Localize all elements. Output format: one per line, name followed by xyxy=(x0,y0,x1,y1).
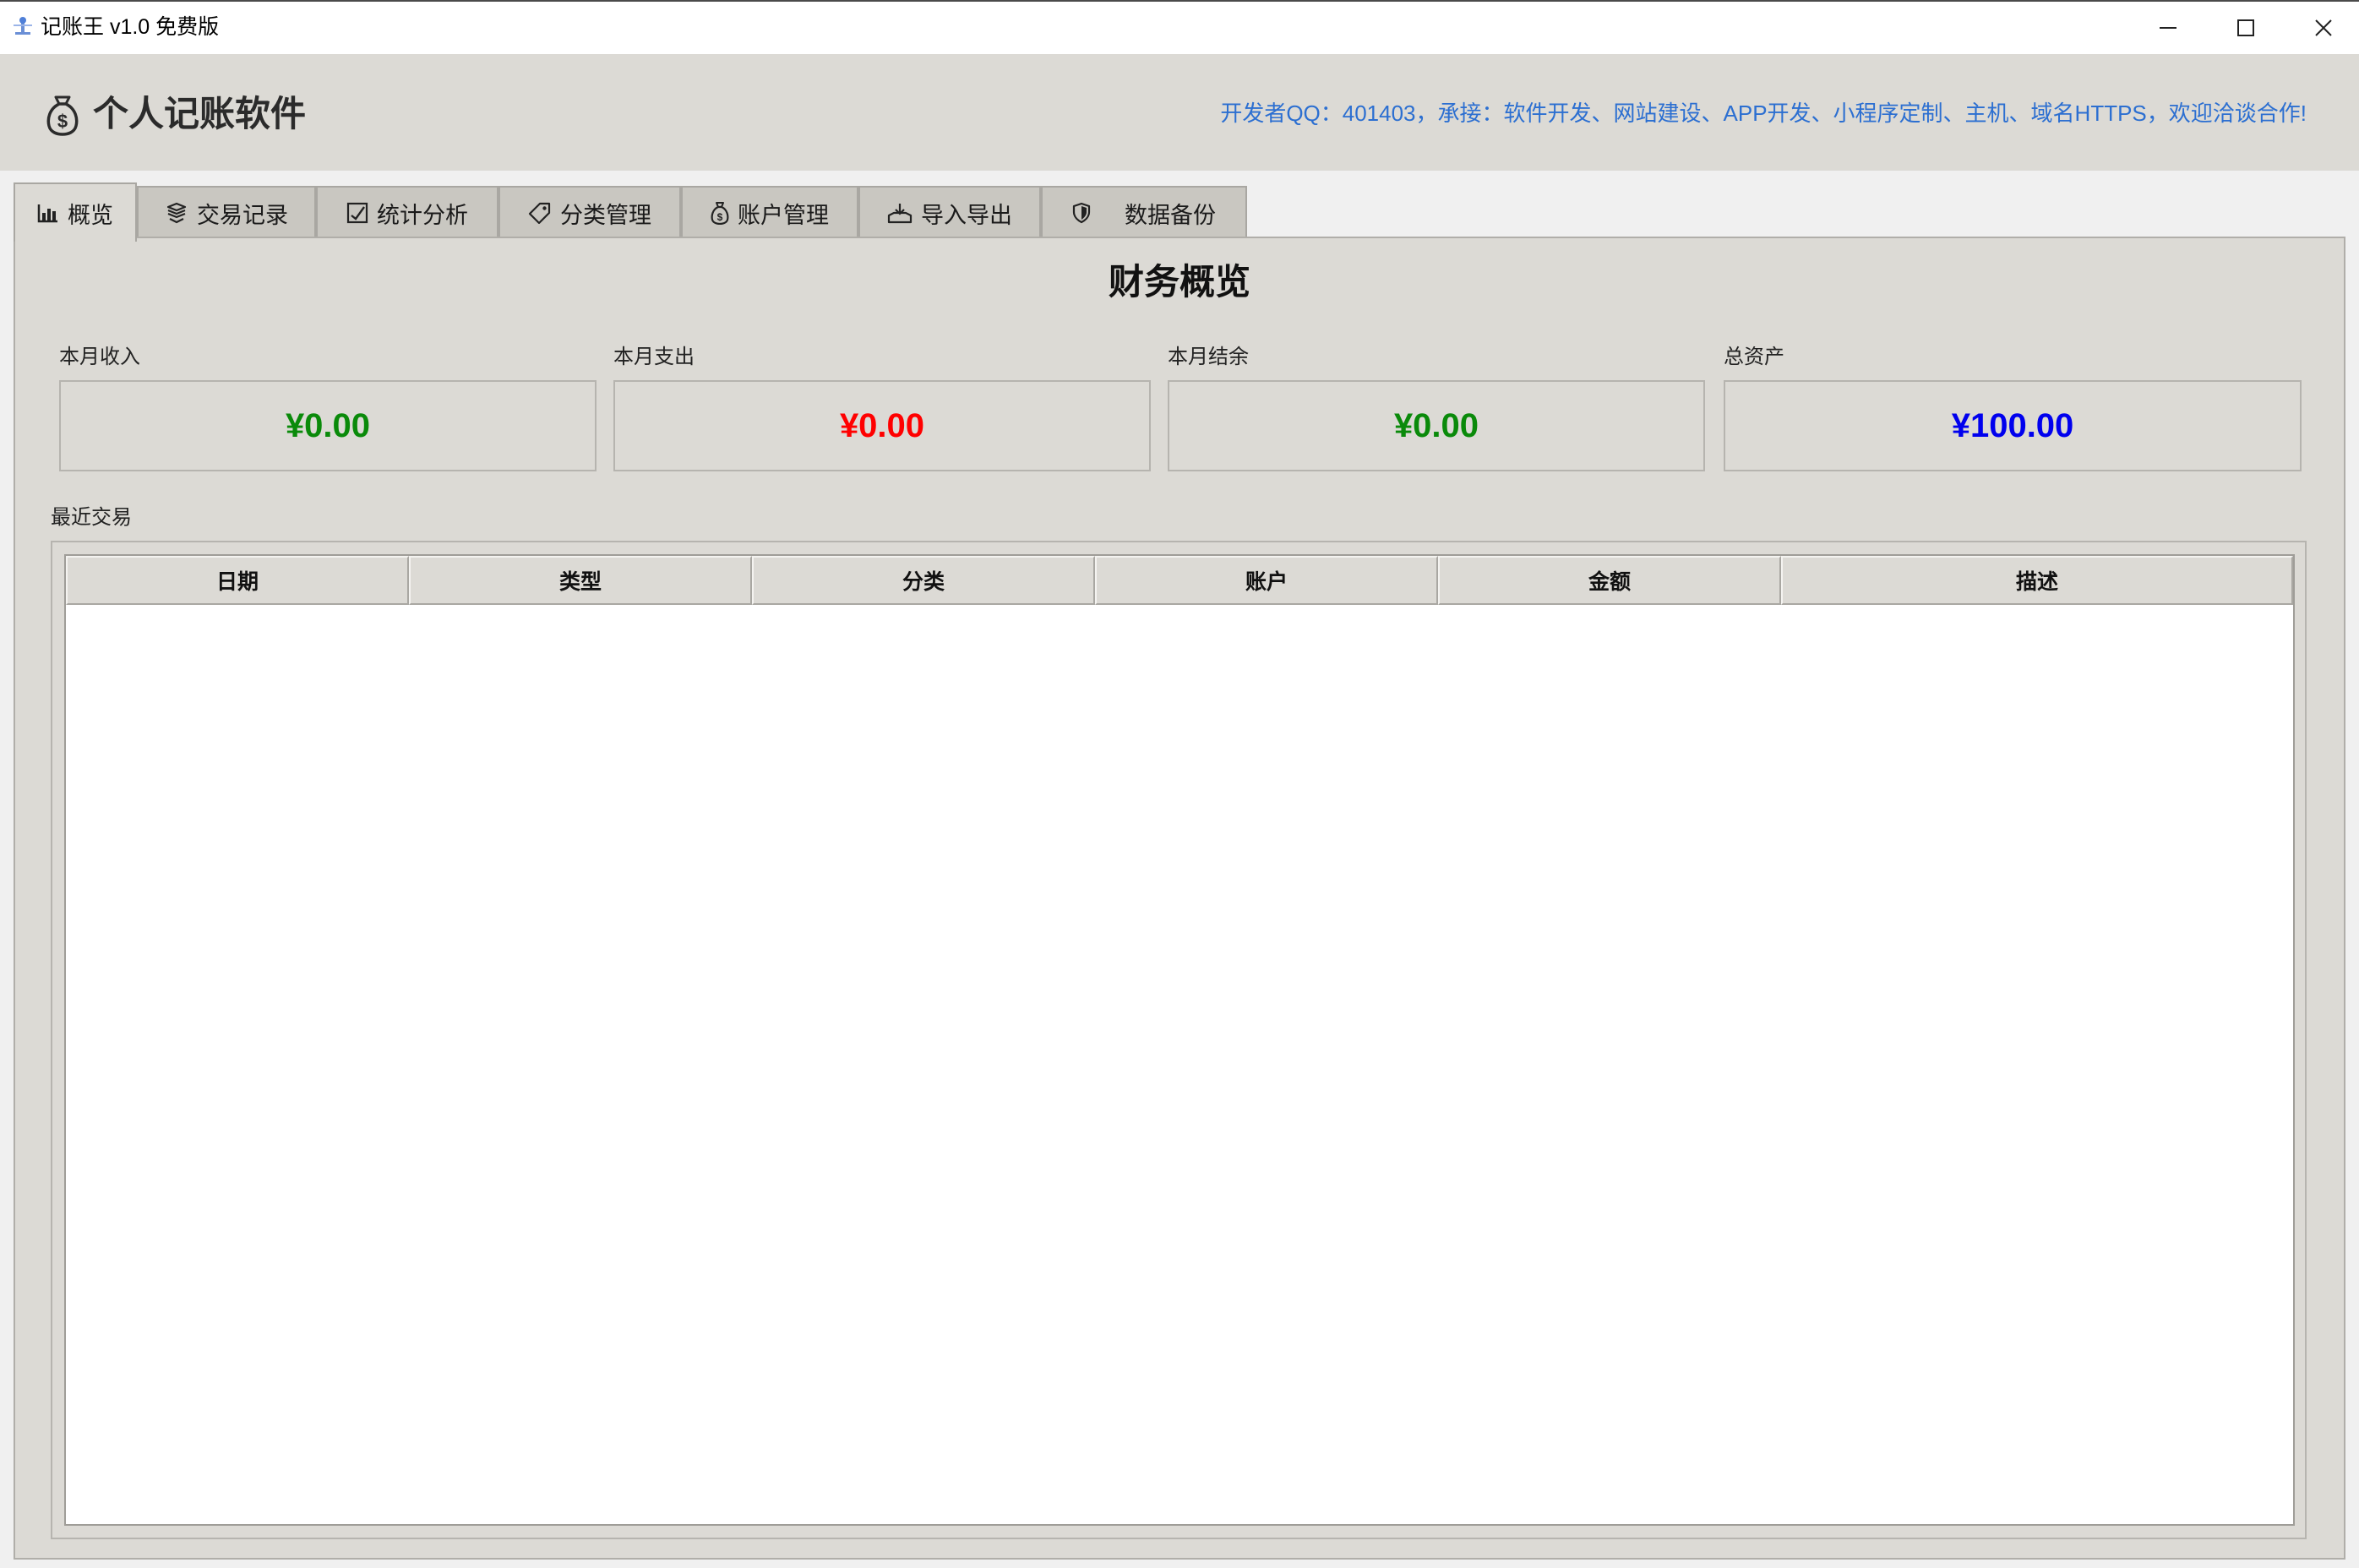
monthly-expense-value: ¥0.00 xyxy=(839,406,925,444)
money-bag-icon: $ xyxy=(711,202,729,225)
tab-import-export[interactable]: 导入导出 xyxy=(858,186,1041,238)
tab-categories[interactable]: 分类管理 xyxy=(498,186,681,238)
exchange-icon xyxy=(166,202,187,224)
maximize-button[interactable] xyxy=(2207,2,2285,54)
app-icon xyxy=(12,15,34,37)
close-button[interactable] xyxy=(2285,2,2359,54)
money-bag-icon: $ xyxy=(44,94,81,136)
tab-statistics[interactable]: 统计分析 xyxy=(316,186,498,238)
tab-label: 概览 xyxy=(68,202,113,228)
tag-icon xyxy=(528,202,551,224)
svg-text:$: $ xyxy=(717,211,723,223)
monthly-income-card: ¥0.00 xyxy=(59,380,597,471)
tab-overview[interactable]: 概览 xyxy=(14,182,137,242)
table-header: 日期 类型 分类 账户 金额 描述 xyxy=(66,556,2293,605)
expense-label: 本月支出 xyxy=(613,346,695,368)
balance-label: 本月结余 xyxy=(1168,346,1249,368)
tab-label: 账户管理 xyxy=(738,202,829,228)
monthly-income-value: ¥0.00 xyxy=(285,406,371,444)
column-header-date[interactable]: 日期 xyxy=(66,556,409,605)
total-assets-card: ¥100.00 xyxy=(1724,380,2302,471)
tab-transactions[interactable]: 交易记录 xyxy=(137,186,316,238)
monthly-balance-card: ¥0.00 xyxy=(1168,380,1705,471)
window-title-bar: 记账王 v1.0 免费版 xyxy=(0,0,2359,54)
close-icon xyxy=(2315,19,2332,36)
tab-label: 交易记录 xyxy=(197,202,288,228)
tab-accounts[interactable]: $ 账户管理 xyxy=(681,186,858,238)
tab-label: 导入导出 xyxy=(921,202,1012,228)
app-name: 个人记账软件 xyxy=(93,94,307,133)
monthly-balance-value: ¥0.00 xyxy=(1393,406,1479,444)
total-assets-value: ¥100.00 xyxy=(1951,406,2074,444)
column-header-account[interactable]: 账户 xyxy=(1095,556,1438,605)
import-export-icon xyxy=(887,204,913,224)
total-assets-label: 总资产 xyxy=(1724,346,1784,368)
maximize-icon xyxy=(2237,19,2254,36)
tab-backup[interactable]: 数据备份 xyxy=(1041,186,1247,238)
minimize-button[interactable] xyxy=(2129,2,2207,54)
bar-chart-icon xyxy=(37,204,57,223)
app-header: $ 个人记账软件 开发者QQ：401403，承接：软件开发、网站建设、APP开发… xyxy=(0,54,2359,171)
shield-icon xyxy=(1072,202,1091,224)
monthly-expense-card: ¥0.00 xyxy=(613,380,1151,471)
recent-transactions-table[interactable]: 日期 类型 分类 账户 金额 描述 xyxy=(64,554,2295,1526)
recent-transactions-label: 最近交易 xyxy=(51,506,132,529)
column-header-category[interactable]: 分类 xyxy=(752,556,1095,605)
window-title: 记账王 v1.0 免费版 xyxy=(41,15,220,39)
minimize-icon xyxy=(2160,27,2176,29)
developer-info: 开发者QQ：401403，承接：软件开发、网站建设、APP开发、小程序定制、主机… xyxy=(1220,101,2307,126)
tab-label: 数据备份 xyxy=(1125,202,1216,228)
svg-text:$: $ xyxy=(57,111,68,132)
income-label: 本月收入 xyxy=(59,346,140,368)
column-header-type[interactable]: 类型 xyxy=(409,556,752,605)
tab-label: 统计分析 xyxy=(377,202,468,228)
chart-check-icon xyxy=(346,202,368,224)
table-body[interactable] xyxy=(66,605,2293,1524)
overview-panel: 财务概览 本月收入 ¥0.00 本月支出 ¥0.00 本月结余 ¥0.00 总资… xyxy=(14,237,2345,1560)
tab-label: 分类管理 xyxy=(560,202,651,228)
recent-transactions-group: 日期 类型 分类 账户 金额 描述 xyxy=(51,541,2307,1539)
column-header-amount[interactable]: 金额 xyxy=(1438,556,1781,605)
page-title: 财务概览 xyxy=(1108,262,1250,302)
column-header-description[interactable]: 描述 xyxy=(1781,556,2293,605)
